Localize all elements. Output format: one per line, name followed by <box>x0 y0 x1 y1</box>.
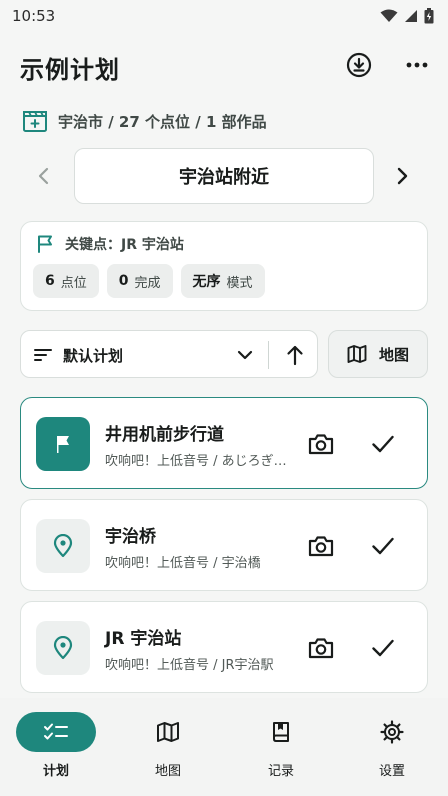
more-vert-icon <box>406 62 428 68</box>
battery-icon <box>424 8 434 24</box>
nav-label: 计划 <box>42 764 69 779</box>
camera-icon <box>308 536 334 557</box>
map-icon <box>347 345 367 363</box>
sort-icon <box>34 349 52 361</box>
plan-info-row: 宇治市 / 27 个点位 / 1 部作品 <box>22 108 267 134</box>
bottom-navigation: 计划 地图 记录 设置 <box>0 698 448 796</box>
chip-label: 模式 <box>226 275 253 291</box>
sort-selector-content: 默认计划 <box>33 331 123 379</box>
movie-clapper-icon <box>23 111 47 132</box>
sort-selector[interactable]: 默认计划 <box>20 330 318 378</box>
spot-card[interactable]: 井用机前步行道 吹响吧！上低音号 / あじろぎの道 <box>20 397 428 489</box>
chip-value: 无序 <box>192 274 221 290</box>
key-point-header: 关键点：JR 宇治站 <box>35 234 184 254</box>
wifi-icon <box>380 9 398 22</box>
chip-value: 0 <box>118 273 129 289</box>
arrow-up-icon <box>287 345 303 366</box>
spot-subtitle: 吹响吧！上低音号 / 宇治橋 <box>105 556 261 571</box>
spot-subtitle: 吹响吧！上低音号 / JR宇治駅 <box>105 658 274 673</box>
camera-icon <box>308 638 334 659</box>
spot-subtitle: 吹响吧！上低音号 / あじろぎの道 <box>105 454 287 469</box>
check-icon <box>372 639 394 657</box>
stats-chips: 6 点位 0 完成 无序 模式 <box>33 264 265 298</box>
camera-button[interactable] <box>307 532 335 560</box>
nav-pill <box>352 712 432 752</box>
check-icon <box>372 537 394 555</box>
camera-button[interactable] <box>307 634 335 662</box>
nav-label: 地图 <box>154 764 181 779</box>
nav-label: 记录 <box>267 764 294 779</box>
current-segment[interactable]: 宇治站附近 <box>74 148 374 204</box>
nav-item-records[interactable]: 记录 <box>231 712 331 784</box>
checklist-icon <box>44 723 68 740</box>
map-view-button[interactable]: 地图 <box>328 330 428 378</box>
spot-title: JR 宇治站 <box>105 629 182 649</box>
next-segment-button[interactable] <box>388 162 416 190</box>
map-button-label: 地图 <box>378 345 409 364</box>
gear-icon <box>380 720 404 744</box>
chip-label: 完成 <box>134 275 161 291</box>
chevron-left-icon <box>38 167 49 185</box>
status-icons <box>380 8 434 24</box>
flag-icon <box>57 436 69 453</box>
segment-selector: 宇治站附近 <box>22 148 426 204</box>
spot-title: 井用机前步行道 <box>105 425 224 445</box>
mark-complete-button[interactable] <box>369 532 397 560</box>
previous-segment-button[interactable] <box>30 162 58 190</box>
more-options-button[interactable] <box>402 52 432 78</box>
signal-icon <box>405 10 417 22</box>
sort-dropdown-toggle[interactable] <box>233 343 257 367</box>
chevron-right-icon <box>397 167 408 185</box>
status-time: 10:53 <box>12 7 56 25</box>
page-title: 示例计划 <box>20 56 120 84</box>
app-bar: 示例计划 <box>0 40 448 92</box>
nav-item-map[interactable]: 地图 <box>118 712 218 784</box>
flag-outline-icon <box>38 235 52 253</box>
download-button[interactable] <box>344 50 374 80</box>
plan-summary: 宇治市 / 27 个点位 / 1 部作品 <box>58 112 267 131</box>
check-icon <box>372 435 394 453</box>
sort-label: 默认计划 <box>63 346 124 365</box>
spot-card[interactable]: JR 宇治站 吹响吧！上低音号 / JR宇治駅 <box>20 601 428 693</box>
chip-label: 点位 <box>60 275 87 291</box>
location-pin-icon <box>53 534 73 558</box>
camera-button[interactable] <box>307 430 335 458</box>
spot-icon-box <box>36 519 90 573</box>
book-icon <box>273 722 289 742</box>
chip-value: 6 <box>45 273 55 289</box>
key-point-card: 关键点：JR 宇治站 6 点位 0 完成 无序 模式 <box>20 221 428 311</box>
completed-count-chip: 0 完成 <box>106 264 173 298</box>
sort-order-button[interactable] <box>281 341 309 369</box>
spot-icon-box <box>36 621 90 675</box>
nav-pill <box>16 712 96 752</box>
location-pin-icon <box>53 636 73 660</box>
spot-card[interactable]: 宇治桥 吹响吧！上低音号 / 宇治橋 <box>20 499 428 591</box>
nav-item-plan[interactable]: 计划 <box>6 712 106 784</box>
spot-count-chip: 6 点位 <box>33 264 99 298</box>
nav-label: 设置 <box>378 764 405 779</box>
download-icon <box>346 52 372 78</box>
mark-complete-button[interactable] <box>369 430 397 458</box>
spot-icon-box <box>36 417 90 471</box>
camera-icon <box>308 434 334 455</box>
nav-pill <box>241 712 321 752</box>
chevron-down-icon <box>237 350 253 360</box>
key-point-title: 关键点：JR 宇治站 <box>65 237 184 253</box>
nav-item-settings[interactable]: 设置 <box>342 712 442 784</box>
nav-pill <box>128 712 208 752</box>
status-bar: 10:53 <box>0 0 448 32</box>
divider <box>268 341 269 369</box>
mark-complete-button[interactable] <box>369 634 397 662</box>
mode-chip[interactable]: 无序 模式 <box>180 264 265 298</box>
map-icon <box>157 722 179 742</box>
spot-title: 宇治桥 <box>105 527 156 547</box>
